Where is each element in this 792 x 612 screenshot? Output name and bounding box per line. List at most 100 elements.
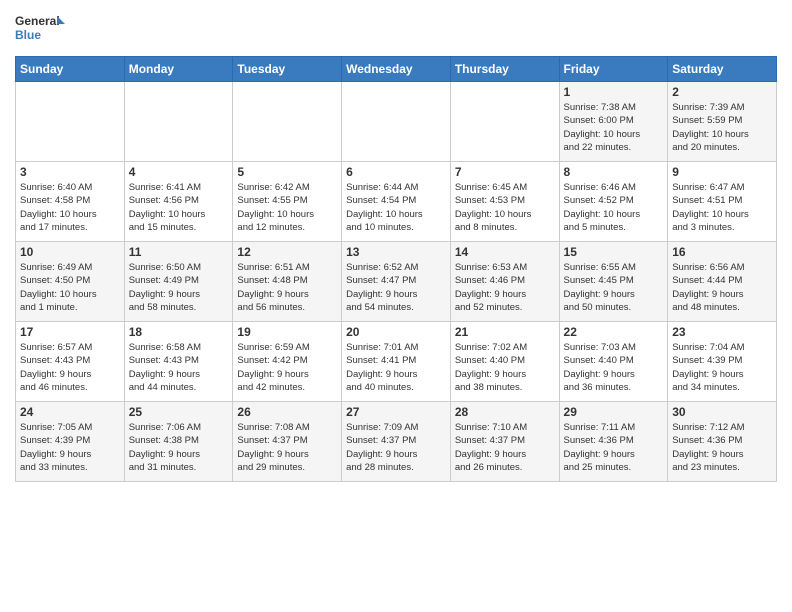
cell-info: Sunrise: 7:08 AM Sunset: 4:37 PM Dayligh… [237,421,337,474]
cell-info: Sunrise: 6:41 AM Sunset: 4:56 PM Dayligh… [129,181,229,234]
cell-info: Sunrise: 6:51 AM Sunset: 4:48 PM Dayligh… [237,261,337,314]
day-number: 8 [564,165,664,179]
day-number: 16 [672,245,772,259]
cell-info: Sunrise: 6:52 AM Sunset: 4:47 PM Dayligh… [346,261,446,314]
week-row-0: 1 Sunrise: 7:38 AM Sunset: 6:00 PM Daylig… [16,82,777,162]
cell-info: Sunrise: 7:02 AM Sunset: 4:40 PM Dayligh… [455,341,555,394]
cell-info: Sunrise: 7:38 AM Sunset: 6:00 PM Dayligh… [564,101,664,154]
day-number: 25 [129,405,229,419]
week-row-2: 10 Sunrise: 6:49 AM Sunset: 4:50 PM Dayli… [16,242,777,322]
cell-info: Sunrise: 6:56 AM Sunset: 4:44 PM Dayligh… [672,261,772,314]
cell-info: Sunrise: 6:57 AM Sunset: 4:43 PM Dayligh… [20,341,120,394]
calendar-cell: 10 Sunrise: 6:49 AM Sunset: 4:50 PM Dayli… [16,242,125,322]
calendar-cell: 4Sunrise: 6:41 AM Sunset: 4:56 PM Daylig… [124,162,233,242]
header-tuesday: Tuesday [233,57,342,82]
cell-info: Sunrise: 7:03 AM Sunset: 4:40 PM Dayligh… [564,341,664,394]
calendar-cell: 15 Sunrise: 6:55 AM Sunset: 4:45 PM Dayli… [559,242,668,322]
cell-info: Sunrise: 7:11 AM Sunset: 4:36 PM Dayligh… [564,421,664,474]
calendar-cell: 17Sunrise: 6:57 AM Sunset: 4:43 PM Dayli… [16,322,125,402]
week-row-4: 24 Sunrise: 7:05 AM Sunset: 4:39 PM Dayli… [16,402,777,482]
cell-info: Sunrise: 6:42 AM Sunset: 4:55 PM Dayligh… [237,181,337,234]
day-number: 28 [455,405,555,419]
cell-info: Sunrise: 6:59 AM Sunset: 4:42 PM Dayligh… [237,341,337,394]
day-number: 9 [672,165,772,179]
calendar-cell: 24 Sunrise: 7:05 AM Sunset: 4:39 PM Dayli… [16,402,125,482]
day-number: 5 [237,165,337,179]
week-row-1: 3 Sunrise: 6:40 AM Sunset: 4:58 PM Daylig… [16,162,777,242]
calendar-cell [124,82,233,162]
calendar-cell: 14 Sunrise: 6:53 AM Sunset: 4:46 PM Dayli… [450,242,559,322]
calendar-cell [16,82,125,162]
day-number: 12 [237,245,337,259]
day-number: 19 [237,325,337,339]
day-number: 23 [672,325,772,339]
day-number: 11 [129,245,229,259]
cell-info: Sunrise: 6:58 AM Sunset: 4:43 PM Dayligh… [129,341,229,394]
cell-info: Sunrise: 7:05 AM Sunset: 4:39 PM Dayligh… [20,421,120,474]
cell-info: Sunrise: 7:01 AM Sunset: 4:41 PM Dayligh… [346,341,446,394]
cell-info: Sunrise: 6:50 AM Sunset: 4:49 PM Dayligh… [129,261,229,314]
calendar-cell: 8 Sunrise: 6:46 AM Sunset: 4:52 PM Daylig… [559,162,668,242]
cell-info: Sunrise: 6:53 AM Sunset: 4:46 PM Dayligh… [455,261,555,314]
cell-info: Sunrise: 7:10 AM Sunset: 4:37 PM Dayligh… [455,421,555,474]
day-number: 14 [455,245,555,259]
day-number: 30 [672,405,772,419]
header-monday: Monday [124,57,233,82]
cell-info: Sunrise: 6:49 AM Sunset: 4:50 PM Dayligh… [20,261,120,314]
day-number: 26 [237,405,337,419]
cell-info: Sunrise: 6:55 AM Sunset: 4:45 PM Dayligh… [564,261,664,314]
week-row-3: 17Sunrise: 6:57 AM Sunset: 4:43 PM Dayli… [16,322,777,402]
calendar-cell [233,82,342,162]
calendar-cell: 23 Sunrise: 7:04 AM Sunset: 4:39 PM Dayli… [668,322,777,402]
cell-info: Sunrise: 6:46 AM Sunset: 4:52 PM Dayligh… [564,181,664,234]
header-wednesday: Wednesday [342,57,451,82]
day-number: 29 [564,405,664,419]
calendar-cell: 28 Sunrise: 7:10 AM Sunset: 4:37 PM Dayli… [450,402,559,482]
header-saturday: Saturday [668,57,777,82]
day-number: 22 [564,325,664,339]
day-number: 20 [346,325,446,339]
calendar-cell: 13 Sunrise: 6:52 AM Sunset: 4:47 PM Dayli… [342,242,451,322]
cell-info: Sunrise: 6:40 AM Sunset: 4:58 PM Dayligh… [20,181,120,234]
calendar-cell: 29 Sunrise: 7:11 AM Sunset: 4:36 PM Dayli… [559,402,668,482]
calendar-cell: 7 Sunrise: 6:45 AM Sunset: 4:53 PM Daylig… [450,162,559,242]
svg-text:Blue: Blue [15,28,41,42]
calendar-cell: 19 Sunrise: 6:59 AM Sunset: 4:42 PM Dayli… [233,322,342,402]
calendar-cell: 26 Sunrise: 7:08 AM Sunset: 4:37 PM Dayli… [233,402,342,482]
day-number: 13 [346,245,446,259]
calendar-cell: 21 Sunrise: 7:02 AM Sunset: 4:40 PM Dayli… [450,322,559,402]
cell-info: Sunrise: 6:45 AM Sunset: 4:53 PM Dayligh… [455,181,555,234]
day-number: 21 [455,325,555,339]
logo-svg: General Blue [15,10,65,48]
calendar-cell: 1 Sunrise: 7:38 AM Sunset: 6:00 PM Daylig… [559,82,668,162]
header-sunday: Sunday [16,57,125,82]
cell-info: Sunrise: 6:44 AM Sunset: 4:54 PM Dayligh… [346,181,446,234]
day-number: 3 [20,165,120,179]
calendar-cell: 20 Sunrise: 7:01 AM Sunset: 4:41 PM Dayli… [342,322,451,402]
calendar-cell: 11 Sunrise: 6:50 AM Sunset: 4:49 PM Dayli… [124,242,233,322]
day-number: 18 [129,325,229,339]
calendar-cell: 5 Sunrise: 6:42 AM Sunset: 4:55 PM Daylig… [233,162,342,242]
calendar-cell: 18 Sunrise: 6:58 AM Sunset: 4:43 PM Dayli… [124,322,233,402]
page-header: General Blue [15,10,777,48]
calendar-cell: 3 Sunrise: 6:40 AM Sunset: 4:58 PM Daylig… [16,162,125,242]
cell-info: Sunrise: 7:04 AM Sunset: 4:39 PM Dayligh… [672,341,772,394]
calendar-header-row: SundayMondayTuesdayWednesdayThursdayFrid… [16,57,777,82]
day-number: 10 [20,245,120,259]
calendar-cell: 2Sunrise: 7:39 AM Sunset: 5:59 PM Daylig… [668,82,777,162]
day-number: 1 [564,85,664,99]
logo: General Blue [15,10,65,48]
day-number: 7 [455,165,555,179]
header-friday: Friday [559,57,668,82]
calendar-cell: 6 Sunrise: 6:44 AM Sunset: 4:54 PM Daylig… [342,162,451,242]
cell-info: Sunrise: 7:06 AM Sunset: 4:38 PM Dayligh… [129,421,229,474]
day-number: 2 [672,85,772,99]
day-number: 6 [346,165,446,179]
calendar-cell: 25 Sunrise: 7:06 AM Sunset: 4:38 PM Dayli… [124,402,233,482]
day-number: 27 [346,405,446,419]
day-number: 15 [564,245,664,259]
cell-info: Sunrise: 7:09 AM Sunset: 4:37 PM Dayligh… [346,421,446,474]
day-number: 24 [20,405,120,419]
calendar-cell: 12 Sunrise: 6:51 AM Sunset: 4:48 PM Dayli… [233,242,342,322]
cell-info: Sunrise: 7:12 AM Sunset: 4:36 PM Dayligh… [672,421,772,474]
